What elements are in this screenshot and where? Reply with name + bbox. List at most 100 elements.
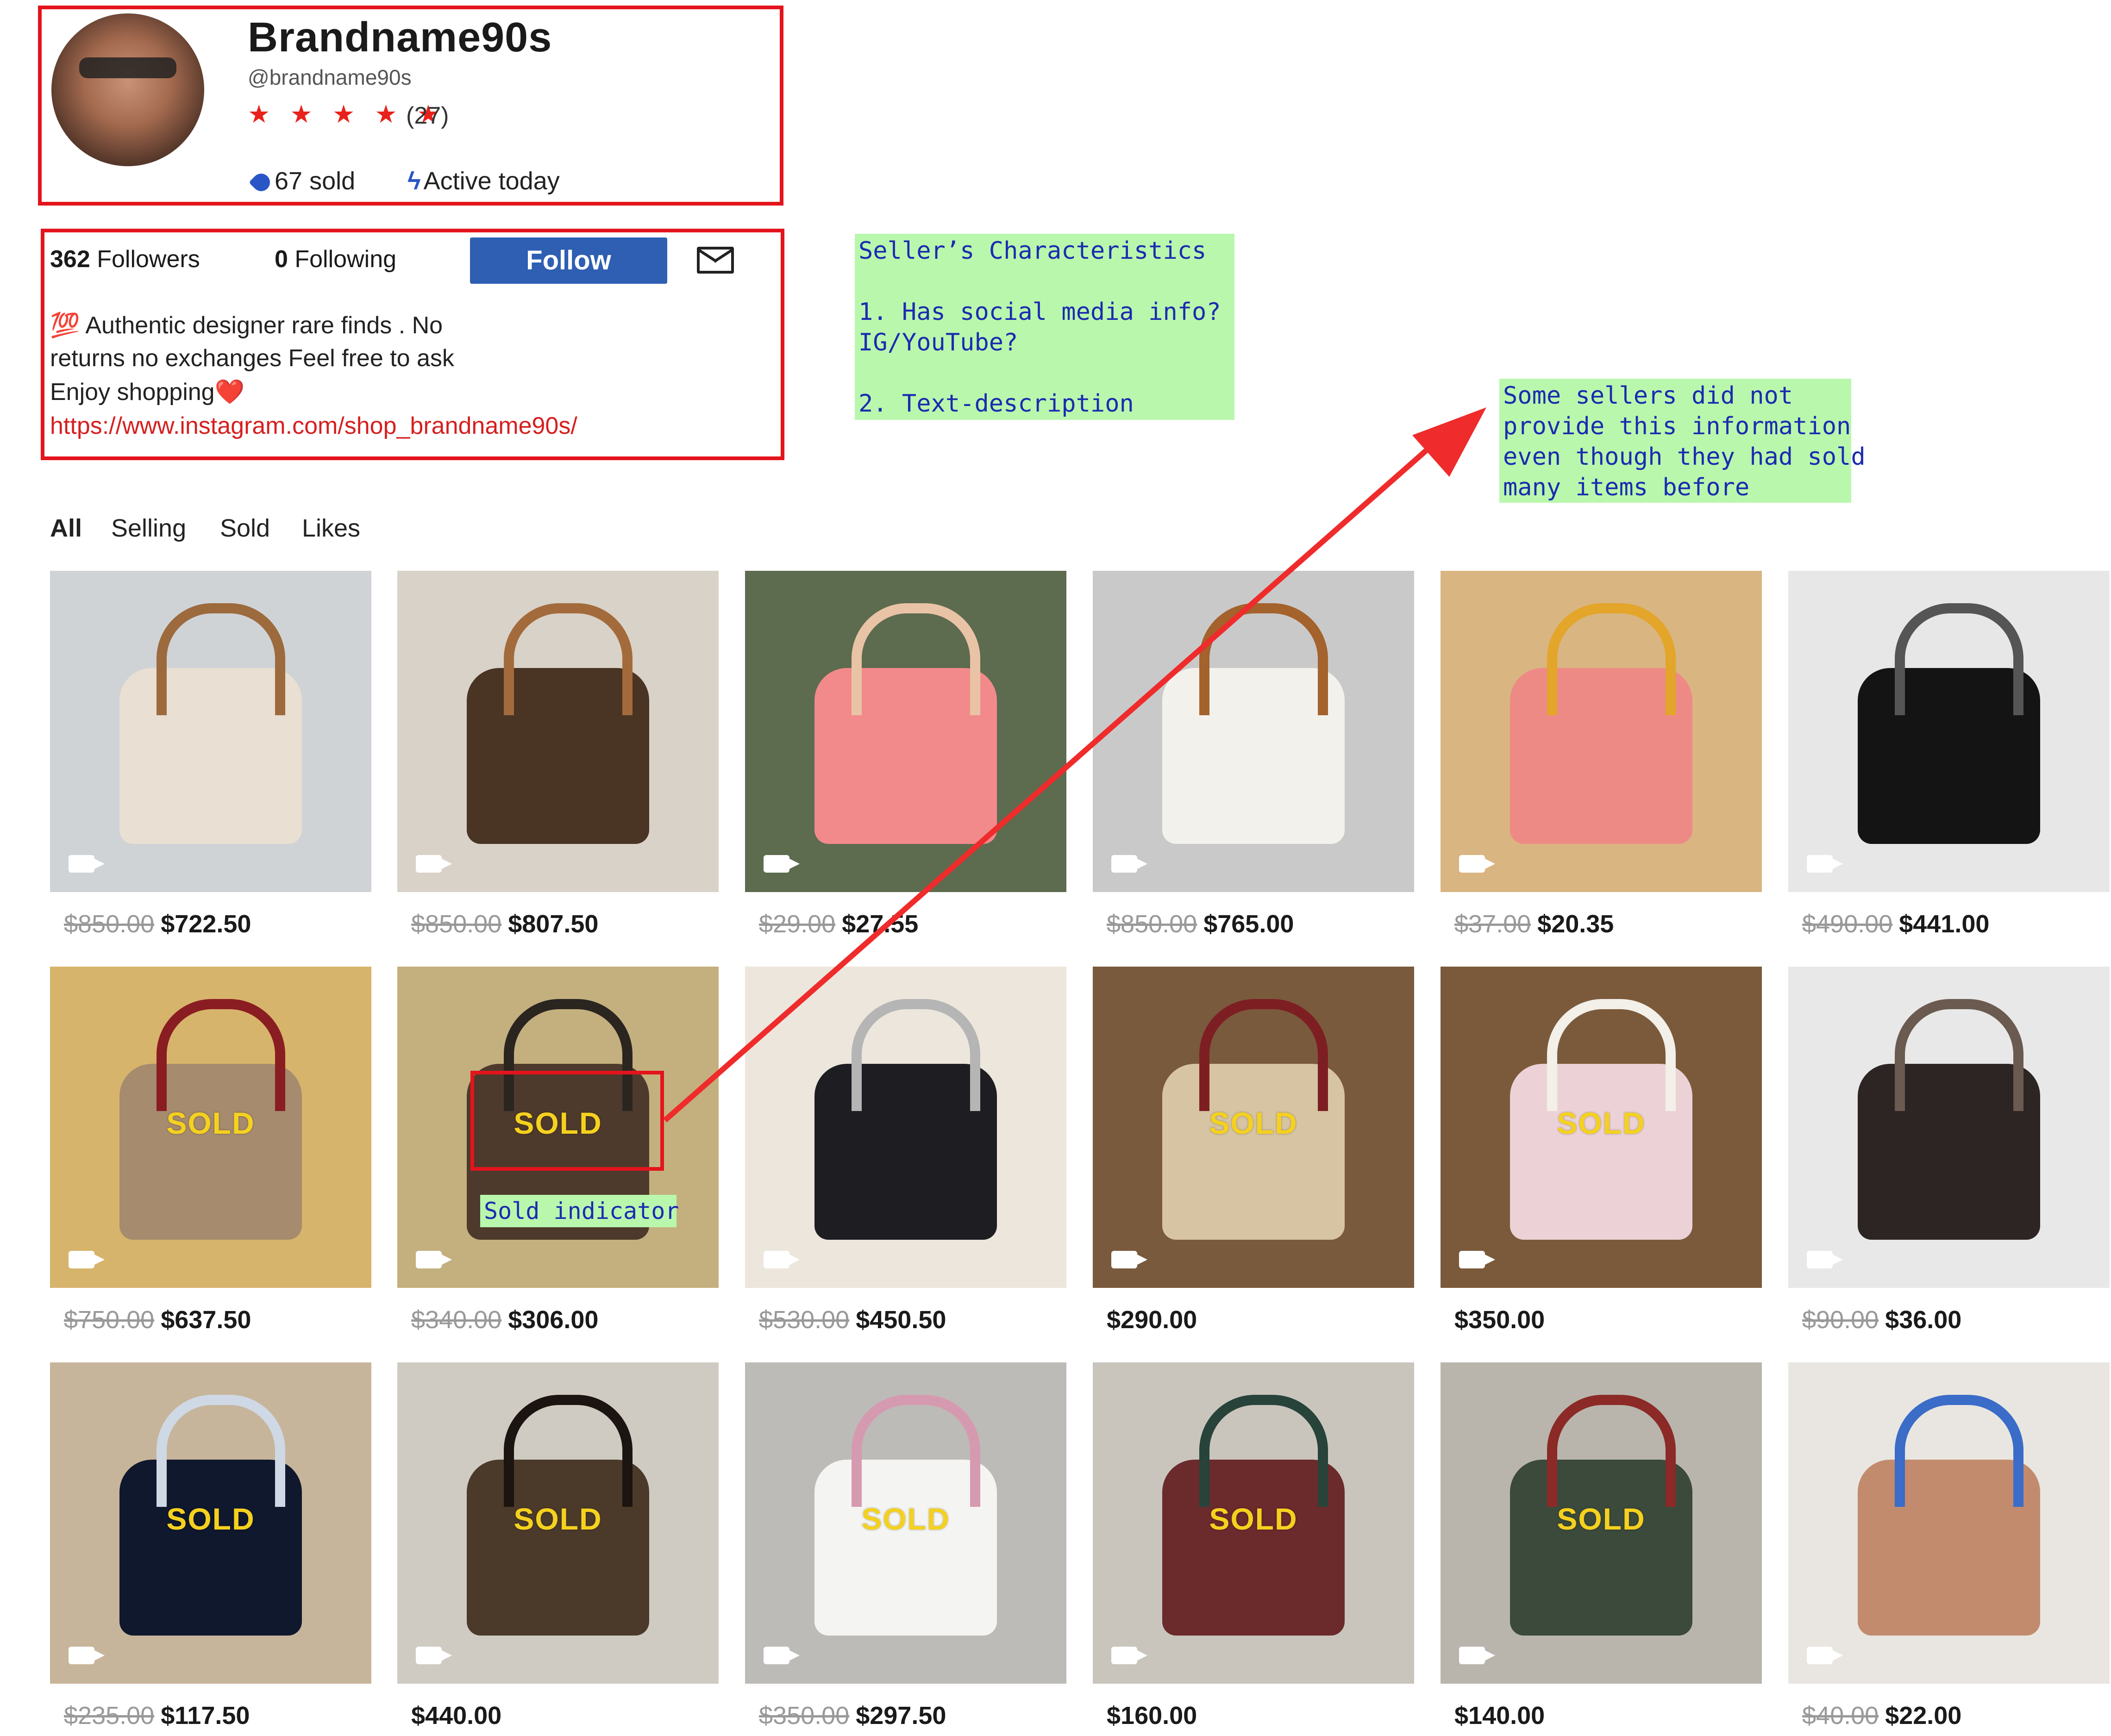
current-price: $290.00 (1107, 1306, 1197, 1334)
video-camera-icon (1111, 1251, 1147, 1268)
bio-line-2: returns no exchanges Feel free to ask (50, 345, 454, 372)
item-handle (1547, 1395, 1676, 1507)
listing-image[interactable] (397, 571, 719, 892)
listing-image[interactable]: SOLD (50, 967, 371, 1288)
sold-label: SOLD (1209, 1502, 1298, 1536)
tab-all[interactable]: All (50, 514, 82, 543)
sold-indicator-highlight-box (470, 1071, 664, 1171)
video-camera-icon (1111, 855, 1147, 873)
avatar[interactable] (51, 13, 204, 166)
item-handle (852, 1395, 980, 1507)
listing-image[interactable] (1788, 1362, 2110, 1684)
active-status-text: Active today (423, 167, 560, 195)
current-price: $140.00 (1454, 1702, 1545, 1730)
price-row: $340.00 $306.00 (411, 1305, 598, 1334)
price-row: $90.00 $36.00 (1802, 1305, 1961, 1334)
price-row: $530.00 $450.50 (759, 1305, 946, 1334)
video-camera-icon (764, 1647, 800, 1664)
item-handle (157, 603, 285, 715)
seller-handle: @brandname90s (248, 65, 412, 89)
current-price: $306.00 (508, 1306, 599, 1334)
item-handle (157, 999, 285, 1111)
sold-label: SOLD (1209, 1106, 1298, 1140)
video-camera-icon (416, 1647, 452, 1664)
price-row: $350.00 (1454, 1305, 1545, 1334)
price-row: $850.00 $722.50 (64, 910, 251, 938)
listing-image[interactable] (1093, 571, 1414, 892)
followers-label: Followers (97, 246, 200, 273)
original-price: $340.00 (411, 1306, 502, 1334)
listing-image[interactable]: SOLD (1093, 967, 1414, 1288)
mail-icon[interactable] (697, 247, 734, 274)
price-row: $850.00 $765.00 (1107, 910, 1294, 938)
listing-image[interactable]: SOLD (1441, 1362, 1762, 1684)
price-row: $140.00 (1454, 1701, 1545, 1730)
current-price: $27.55 (842, 910, 919, 938)
listing-image[interactable]: SOLD (1441, 967, 1762, 1288)
listing-image[interactable]: SOLD (745, 1362, 1066, 1684)
listing-image[interactable]: SOLD (1093, 1362, 1414, 1684)
listing-image[interactable] (1788, 967, 2110, 1288)
video-camera-icon (764, 1251, 800, 1268)
video-camera-icon (1807, 1647, 1843, 1664)
sold-label: SOLD (1557, 1502, 1646, 1536)
price-row: $29.00 $27.55 (759, 910, 918, 938)
item-handle (1199, 999, 1328, 1111)
original-price: $530.00 (759, 1306, 850, 1334)
video-camera-icon (69, 855, 105, 873)
original-price: $90.00 (1802, 1306, 1879, 1334)
review-count[interactable]: (27) (406, 102, 449, 130)
listing-image[interactable] (1788, 571, 2110, 892)
following-count: 0 (275, 246, 288, 273)
video-camera-icon (764, 855, 800, 873)
sold-label: SOLD (514, 1502, 602, 1536)
listing-image[interactable] (745, 967, 1066, 1288)
current-price: $441.00 (1899, 910, 1990, 938)
original-price: $850.00 (1107, 910, 1197, 938)
current-price: $20.35 (1537, 910, 1614, 938)
current-price: $350.00 (1454, 1306, 1545, 1334)
current-price: $765.00 (1203, 910, 1294, 938)
current-price: $722.50 (161, 910, 251, 938)
instagram-link[interactable]: https://www.instagram.com/shop_brandname… (50, 412, 577, 440)
followers-count: 362 (50, 246, 90, 273)
price-row: $40.00 $22.00 (1802, 1701, 1961, 1730)
listing-image[interactable] (50, 571, 371, 892)
tab-likes[interactable]: Likes (302, 514, 360, 543)
current-price: $117.50 (161, 1702, 250, 1730)
original-price: $37.00 (1454, 910, 1531, 938)
item-handle (504, 603, 633, 715)
tab-selling[interactable]: Selling (111, 514, 186, 543)
listing-image[interactable] (1441, 571, 1762, 892)
followers-link[interactable]: 362 Followers (50, 245, 200, 273)
price-row: $750.00 $637.50 (64, 1305, 251, 1334)
original-price: $235.00 (64, 1702, 155, 1730)
price-row: $490.00 $441.00 (1802, 910, 1989, 938)
original-price: $350.00 (759, 1702, 850, 1730)
current-price: $36.00 (1885, 1306, 1962, 1334)
listing-image[interactable] (745, 571, 1066, 892)
item-handle (1895, 999, 2023, 1111)
video-camera-icon (1807, 1251, 1843, 1268)
item-handle (1199, 603, 1328, 715)
item-handle (852, 999, 980, 1111)
video-camera-icon (69, 1251, 105, 1268)
original-price: $850.00 (64, 910, 155, 938)
active-status: ϟ Active today (407, 167, 560, 195)
video-camera-icon (1111, 1647, 1147, 1664)
original-price: $29.00 (759, 910, 836, 938)
follow-button[interactable]: Follow (470, 237, 667, 284)
sold-count: 67 sold (249, 167, 355, 195)
price-row: $850.00 $807.50 (411, 910, 598, 938)
lightning-icon: ϟ (407, 167, 421, 195)
tab-sold[interactable]: Sold (220, 514, 270, 543)
following-label: Following (294, 246, 397, 273)
listing-image[interactable]: SOLD (50, 1362, 371, 1684)
following-link[interactable]: 0 Following (275, 245, 396, 273)
missing-info-note: Some sellers did not provide this inform… (1499, 379, 1866, 503)
price-row: $160.00 (1107, 1701, 1197, 1730)
price-row: $235.00 $117.50 (64, 1701, 250, 1730)
original-price: $850.00 (411, 910, 502, 938)
item-handle (1547, 999, 1676, 1111)
listing-image[interactable]: SOLD (397, 1362, 719, 1684)
